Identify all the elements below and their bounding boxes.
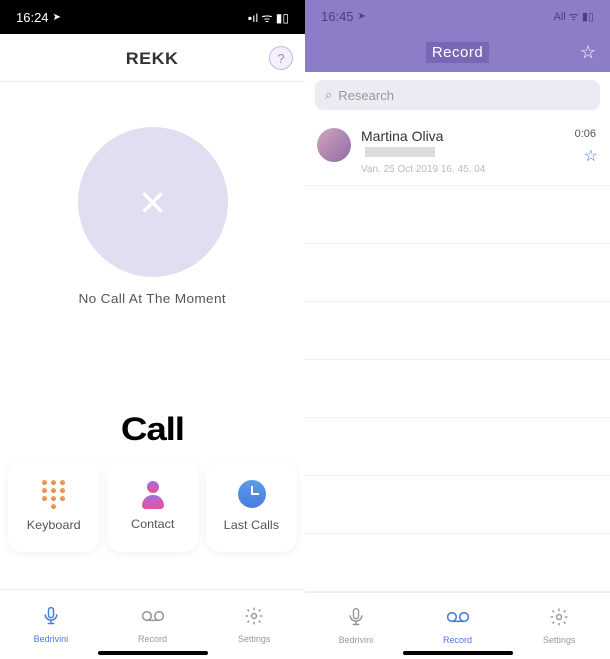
- tab-record-audio[interactable]: Bedrivini: [305, 593, 407, 659]
- status-time: 16:45 ➤: [321, 9, 366, 24]
- tab-label: Record: [443, 635, 472, 645]
- search-placeholder: Research: [338, 88, 394, 103]
- contact-card[interactable]: Contact: [107, 460, 198, 552]
- gear-icon: [244, 606, 264, 632]
- empty-rows: [305, 186, 610, 592]
- no-call-text: No Call At The Moment: [79, 291, 226, 306]
- tab-settings[interactable]: Settings: [508, 593, 610, 659]
- left-phone-screen: 16:24 ➤ ▪ıl ᯤ ▮▯ REKK ? × No Call At The…: [0, 0, 305, 659]
- status-bar: 16:45 ➤ All ᯤ ▮▯: [305, 0, 610, 32]
- status-time: 16:24 ➤: [16, 10, 61, 25]
- tab-label: Settings: [543, 635, 576, 645]
- tape-icon: [140, 606, 166, 632]
- redacted-block: [365, 147, 435, 157]
- recording-row[interactable]: Martina Oliva Van. 25 Oct 2019 16. 45. 0…: [305, 118, 610, 186]
- tab-label: Bedrivini: [34, 634, 69, 644]
- recording-body: Martina Oliva Van. 25 Oct 2019 16. 45. 0…: [361, 128, 598, 175]
- clock-time: 16:24: [16, 10, 49, 25]
- mic-icon: [346, 607, 366, 633]
- recording-name: Martina Oliva: [361, 128, 598, 144]
- page-title: Record: [426, 42, 489, 63]
- tab-label: Bedrivini: [339, 635, 374, 645]
- tab-label: Settings: [238, 634, 271, 644]
- mic-icon: [41, 606, 61, 632]
- recording-date: Van. 25 Oct 2019 16. 45. 04: [361, 164, 598, 175]
- action-cards: Keyboard Contact Last Calls: [0, 448, 305, 564]
- card-label: Keyboard: [27, 518, 81, 532]
- location-icon: ➤: [53, 12, 61, 23]
- no-call-placeholder: ×: [78, 127, 228, 277]
- help-button[interactable]: ?: [269, 46, 293, 70]
- tab-recordings[interactable]: Record: [407, 593, 509, 659]
- search-container: ⌕ Research: [305, 72, 610, 118]
- section-title: Call: [121, 411, 184, 448]
- search-icon: ⌕: [325, 87, 332, 103]
- search-input[interactable]: ⌕ Research: [315, 80, 600, 110]
- tab-bar: Bedrivini Record Settings: [305, 592, 610, 659]
- contact-icon: [140, 481, 166, 507]
- avatar: [317, 128, 351, 162]
- clock-time: 16:45: [321, 9, 354, 24]
- clock-icon: [238, 480, 266, 508]
- tab-label: Record: [138, 634, 167, 644]
- close-icon: ×: [139, 175, 166, 229]
- location-icon: ➤: [358, 11, 366, 22]
- page-header: Record ☆: [305, 32, 610, 72]
- status-indicators: All ᯤ ▮▯: [554, 9, 595, 24]
- app-header: REKK ?: [0, 36, 305, 82]
- tab-recordings[interactable]: Record: [102, 590, 204, 659]
- card-label: Contact: [131, 517, 174, 531]
- app-title: REKK: [126, 49, 179, 69]
- recordings-list: Martina Oliva Van. 25 Oct 2019 16. 45. 0…: [305, 118, 610, 592]
- lastcalls-card[interactable]: Last Calls: [206, 460, 297, 552]
- keypad-icon: [40, 480, 68, 508]
- main-area: × No Call At The Moment Call Keyboard Co…: [0, 82, 305, 589]
- status-indicators: ▪ıl ᯤ ▮▯: [248, 9, 289, 26]
- tab-bar: Bedrivini Record Settings: [0, 589, 305, 659]
- star-toggle[interactable]: ☆: [584, 146, 598, 166]
- gear-icon: [549, 607, 569, 633]
- tab-settings[interactable]: Settings: [203, 590, 305, 659]
- tab-record-audio[interactable]: Bedrivini: [0, 590, 102, 659]
- status-bar: 16:24 ➤ ▪ıl ᯤ ▮▯: [0, 0, 305, 34]
- keyboard-card[interactable]: Keyboard: [8, 460, 99, 552]
- recording-duration: 0:06: [575, 128, 596, 140]
- home-indicator[interactable]: [403, 651, 513, 655]
- tape-icon: [445, 607, 471, 633]
- contact-name: Martina Oliva: [361, 128, 443, 144]
- filter-starred-button[interactable]: ☆: [580, 42, 596, 63]
- home-indicator[interactable]: [98, 651, 208, 655]
- card-label: Last Calls: [224, 518, 279, 532]
- right-phone-screen: 16:45 ➤ All ᯤ ▮▯ Record ☆ ⌕ Research Mar…: [305, 0, 610, 659]
